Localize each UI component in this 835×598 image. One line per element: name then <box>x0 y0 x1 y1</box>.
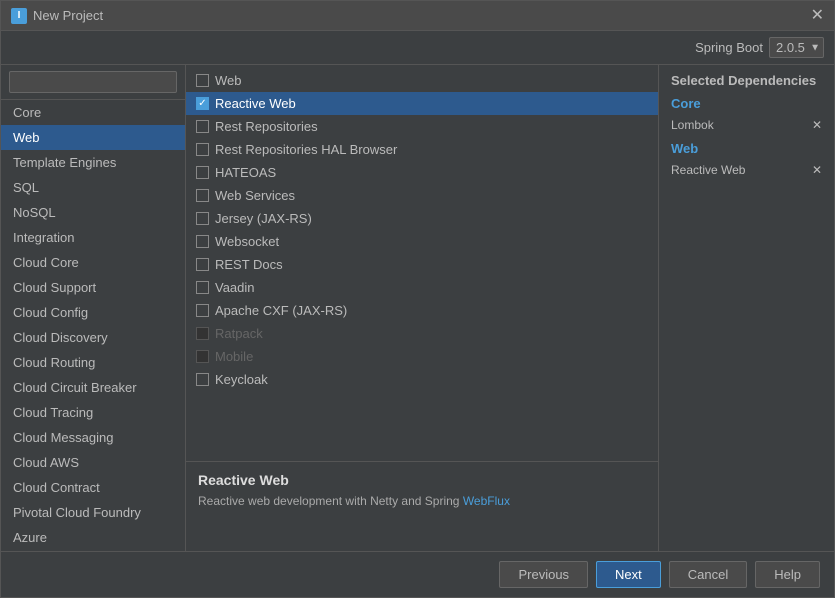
dep-item-ratpack: Ratpack <box>186 322 658 345</box>
footer: Previous Next Cancel Help <box>1 551 834 597</box>
selected-dep-reactive-web-label: Reactive Web <box>671 163 745 177</box>
sidebar-item-cloud-config[interactable]: Cloud Config <box>1 300 185 325</box>
dep-item-hateoas[interactable]: HATEOAS <box>186 161 658 184</box>
dep-label-web-services: Web Services <box>215 188 295 203</box>
sidebar-item-sql[interactable]: SQL <box>1 175 185 200</box>
dep-checkbox-rest-docs[interactable] <box>196 258 209 271</box>
selected-dep-lombok-label: Lombok <box>671 118 714 132</box>
dep-item-jersey[interactable]: Jersey (JAX-RS) <box>186 207 658 230</box>
dep-checkbox-reactive-web[interactable]: ✓ <box>196 97 209 110</box>
sidebar-item-cloud-support[interactable]: Cloud Support <box>1 275 185 300</box>
dep-label-rest-docs: REST Docs <box>215 257 283 272</box>
dep-item-keycloak[interactable]: Keycloak <box>186 368 658 391</box>
sidebar-item-core[interactable]: Core <box>1 100 185 125</box>
dep-label-rest-hal: Rest Repositories HAL Browser <box>215 142 397 157</box>
dep-item-vaadin[interactable]: Vaadin <box>186 276 658 299</box>
dep-item-web-services[interactable]: Web Services <box>186 184 658 207</box>
dep-checkbox-websocket[interactable] <box>196 235 209 248</box>
dialog: I New Project ✕ Spring Boot 2.0.5 2.0.4 … <box>0 0 835 598</box>
sidebar-item-cloud-discovery[interactable]: Cloud Discovery <box>1 325 185 350</box>
dep-checkbox-mobile <box>196 350 209 363</box>
dep-item-websocket[interactable]: Websocket <box>186 230 658 253</box>
dep-checkbox-jersey[interactable] <box>196 212 209 225</box>
remove-lombok-button[interactable]: ✕ <box>812 118 822 132</box>
dep-label-mobile: Mobile <box>215 349 253 364</box>
sidebar-item-cloud-aws[interactable]: Cloud AWS <box>1 450 185 475</box>
dep-item-apache-cxf[interactable]: Apache CXF (JAX-RS) <box>186 299 658 322</box>
section-title-web: Web <box>671 141 822 156</box>
title-bar: I New Project ✕ <box>1 1 834 31</box>
dep-item-rest-repos[interactable]: Rest Repositories <box>186 115 658 138</box>
next-button[interactable]: Next <box>596 561 661 588</box>
selected-dependencies-title: Selected Dependencies <box>671 73 822 88</box>
left-panel: Core Web Template Engines SQL NoSQL Inte… <box>1 65 186 551</box>
sidebar-item-cloud-core[interactable]: Cloud Core <box>1 250 185 275</box>
description-link[interactable]: WebFlux <box>463 494 510 508</box>
dep-item-mobile: Mobile <box>186 345 658 368</box>
dep-label-keycloak: Keycloak <box>215 372 268 387</box>
spring-boot-select-wrapper[interactable]: 2.0.5 2.0.4 2.1.0 ▼ <box>769 37 824 58</box>
dep-label-web: Web <box>215 73 242 88</box>
help-button[interactable]: Help <box>755 561 820 588</box>
dep-label-reactive-web: Reactive Web <box>215 96 296 111</box>
sidebar-item-cloud-contract[interactable]: Cloud Contract <box>1 475 185 500</box>
spring-boot-select[interactable]: 2.0.5 2.0.4 2.1.0 <box>769 37 824 58</box>
right-panel: Selected Dependencies Core Lombok ✕ Web … <box>659 65 834 551</box>
selected-dep-reactive-web: Reactive Web ✕ <box>671 160 822 180</box>
dep-item-rest-docs[interactable]: REST Docs <box>186 253 658 276</box>
dep-label-websocket: Websocket <box>215 234 279 249</box>
sidebar-item-cloud-messaging[interactable]: Cloud Messaging <box>1 425 185 450</box>
dep-label-rest-repos: Rest Repositories <box>215 119 318 134</box>
sidebar-item-cloud-circuit[interactable]: Cloud Circuit Breaker <box>1 375 185 400</box>
description-box: Reactive Web Reactive web development wi… <box>186 461 658 551</box>
app-icon: I <box>11 8 27 24</box>
dependencies-list: Web ✓ Reactive Web Rest Repositories Res… <box>186 65 658 461</box>
remove-reactive-web-button[interactable]: ✕ <box>812 163 822 177</box>
content-area: Core Web Template Engines SQL NoSQL Inte… <box>1 65 834 551</box>
search-input[interactable] <box>9 71 177 93</box>
dep-checkbox-web[interactable] <box>196 74 209 87</box>
dep-label-jersey: Jersey (JAX-RS) <box>215 211 312 226</box>
description-body: Reactive web development with Netty and … <box>198 494 463 508</box>
sidebar-item-nosql[interactable]: NoSQL <box>1 200 185 225</box>
cancel-button[interactable]: Cancel <box>669 561 747 588</box>
search-box <box>1 65 185 100</box>
dialog-title: New Project <box>33 8 103 23</box>
dep-item-web[interactable]: Web <box>186 69 658 92</box>
dep-label-apache-cxf: Apache CXF (JAX-RS) <box>215 303 347 318</box>
spring-boot-label: Spring Boot <box>695 40 763 55</box>
dep-checkbox-rest-hal[interactable] <box>196 143 209 156</box>
sidebar-item-pivotal[interactable]: Pivotal Cloud Foundry <box>1 500 185 525</box>
middle-panel: Web ✓ Reactive Web Rest Repositories Res… <box>186 65 659 551</box>
sidebar-item-cloud-tracing[interactable]: Cloud Tracing <box>1 400 185 425</box>
sidebar-item-azure[interactable]: Azure <box>1 525 185 550</box>
dep-checkbox-rest-repos[interactable] <box>196 120 209 133</box>
categories-list: Core Web Template Engines SQL NoSQL Inte… <box>1 100 185 551</box>
dep-label-ratpack: Ratpack <box>215 326 263 341</box>
header-bar: Spring Boot 2.0.5 2.0.4 2.1.0 ▼ <box>1 31 834 65</box>
description-text: Reactive web development with Netty and … <box>198 492 646 510</box>
close-button[interactable]: ✕ <box>811 8 824 24</box>
sidebar-item-web[interactable]: Web <box>1 125 185 150</box>
dep-checkbox-hateoas[interactable] <box>196 166 209 179</box>
dep-item-reactive-web[interactable]: ✓ Reactive Web <box>186 92 658 115</box>
previous-button[interactable]: Previous <box>499 561 588 588</box>
section-title-core: Core <box>671 96 822 111</box>
sidebar-item-integration[interactable]: Integration <box>1 225 185 250</box>
dep-label-vaadin: Vaadin <box>215 280 255 295</box>
sidebar-item-template[interactable]: Template Engines <box>1 150 185 175</box>
dep-checkbox-web-services[interactable] <box>196 189 209 202</box>
selected-dep-lombok: Lombok ✕ <box>671 115 822 135</box>
dep-checkbox-vaadin[interactable] <box>196 281 209 294</box>
dep-checkbox-keycloak[interactable] <box>196 373 209 386</box>
dep-checkbox-ratpack <box>196 327 209 340</box>
dep-label-hateoas: HATEOAS <box>215 165 276 180</box>
sidebar-item-cloud-routing[interactable]: Cloud Routing <box>1 350 185 375</box>
dep-item-rest-hal[interactable]: Rest Repositories HAL Browser <box>186 138 658 161</box>
dep-checkbox-apache-cxf[interactable] <box>196 304 209 317</box>
description-title: Reactive Web <box>198 472 646 488</box>
